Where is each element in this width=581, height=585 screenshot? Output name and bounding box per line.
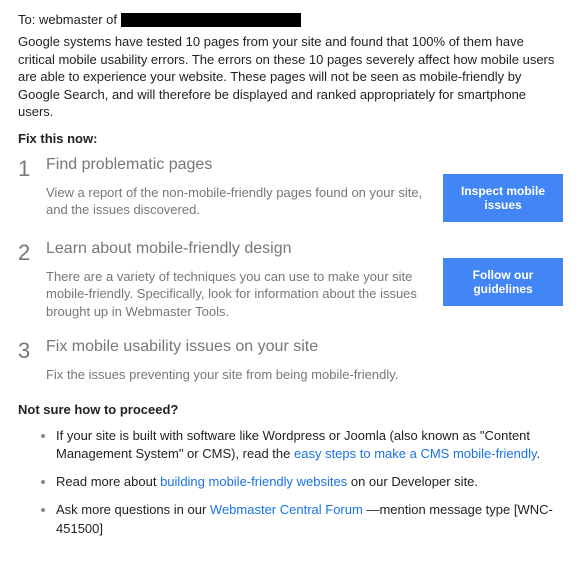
list-item: Read more about building mobile-friendly… [56,473,563,491]
webmaster-central-forum-link[interactable]: Webmaster Central Forum [210,502,363,517]
step-title: Learn about mobile-friendly design [46,240,427,258]
to-prefix: To: webmaster of [18,12,121,27]
list-item: Ask more questions in our Webmaster Cent… [56,501,563,537]
redacted-domain [121,13,301,27]
to-line: To: webmaster of [18,12,563,27]
step-3: 3 Fix mobile usability issues on your si… [18,338,563,384]
step-desc: View a report of the non-mobile-friendly… [46,184,427,219]
step-title: Fix mobile usability issues on your site [46,338,547,356]
bullet-text: . [537,446,541,461]
inspect-mobile-issues-button[interactable]: Inspect mobile issues [443,174,563,222]
intro-paragraph: Google systems have tested 10 pages from… [18,33,563,121]
help-bullets: If your site is built with software like… [18,427,563,538]
step-1: 1 Find problematic pages View a report o… [18,156,563,222]
step-2: 2 Learn about mobile-friendly design The… [18,240,563,321]
bullet-text: on our Developer site. [347,474,478,489]
follow-guidelines-button[interactable]: Follow our guidelines [443,258,563,306]
building-mobile-friendly-link[interactable]: building mobile-friendly websites [160,474,347,489]
bullet-text: Read more about [56,474,160,489]
step-title: Find problematic pages [46,156,427,174]
list-item: If your site is built with software like… [56,427,563,463]
fix-this-now-heading: Fix this now: [18,131,563,146]
step-number: 2 [18,240,46,264]
cms-mobile-friendly-link[interactable]: easy steps to make a CMS mobile-friendly [294,446,537,461]
step-desc: Fix the issues preventing your site from… [46,366,547,384]
step-number: 1 [18,156,46,180]
not-sure-heading: Not sure how to proceed? [18,402,563,417]
step-number: 3 [18,338,46,362]
bullet-text: Ask more questions in our [56,502,210,517]
step-desc: There are a variety of techniques you ca… [46,268,427,321]
